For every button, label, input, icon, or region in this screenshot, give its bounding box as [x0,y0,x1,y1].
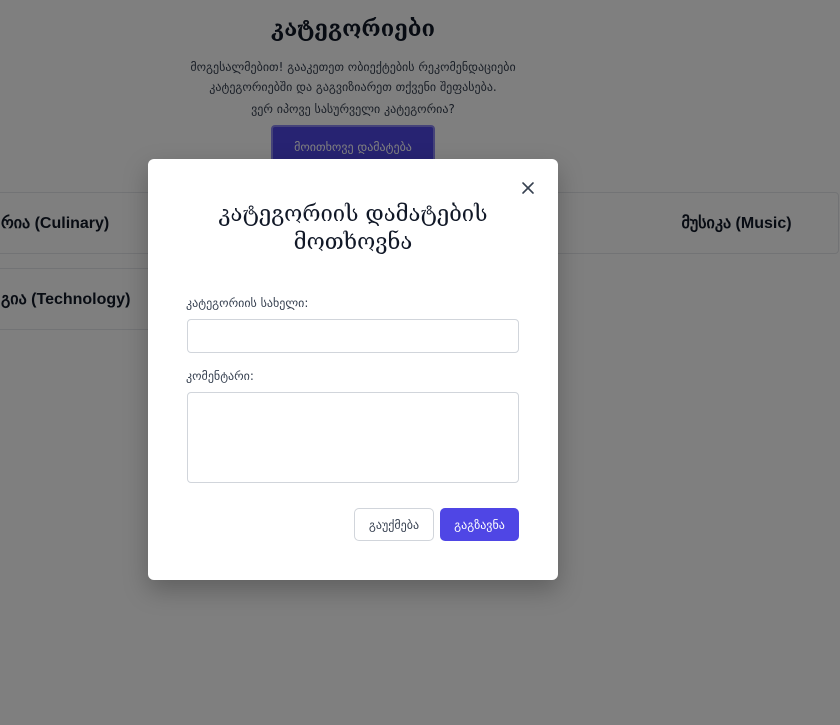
category-name-label: კატეგორიის სახელი: [186,296,309,310]
submit-button[interactable]: გაგზავნა [440,508,519,541]
comment-textarea[interactable] [187,392,519,483]
category-request-modal: კატეგორიის დამატების მოთხოვნა კატეგორიის… [148,159,558,580]
cancel-button[interactable]: გაუქმება [354,508,434,541]
comment-label: კომენტარი: [186,369,254,383]
modal-title: კატეგორიის დამატების მოთხოვნა [218,202,488,255]
close-icon[interactable] [518,178,538,198]
category-name-input[interactable] [187,319,519,353]
